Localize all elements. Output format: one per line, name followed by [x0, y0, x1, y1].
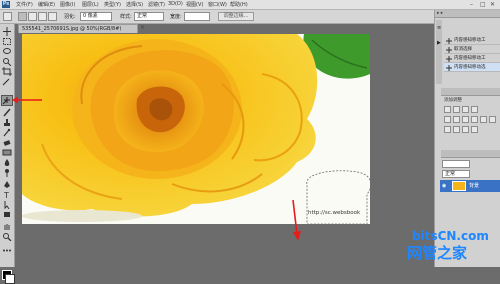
- history-brush-tool-icon[interactable]: [2, 128, 12, 137]
- vibrance-adjust-icon[interactable]: [444, 116, 451, 123]
- history-item[interactable]: 内容感知移动工: [444, 54, 500, 63]
- watermark-domain: bitsCN.com: [412, 229, 489, 243]
- menu-view[interactable]: 视图(V): [186, 1, 203, 8]
- exposure-adjust-icon[interactable]: [471, 106, 478, 113]
- brightness-adjust-icon[interactable]: [444, 106, 451, 113]
- history-step-icon: [446, 38, 452, 44]
- brush-tool-icon[interactable]: [2, 108, 12, 117]
- marquee-tool-icon[interactable]: [2, 37, 12, 46]
- actions-panel-icon[interactable]: ▶: [437, 40, 441, 46]
- menu-select[interactable]: 选择(S): [126, 1, 143, 8]
- width-label: 宽度:: [170, 14, 182, 20]
- annotation-arrow-down: [292, 200, 301, 241]
- shape-tool-icon[interactable]: [2, 210, 12, 219]
- path-selection-tool-icon[interactable]: [2, 200, 12, 209]
- window-maximize-icon[interactable]: □: [480, 1, 486, 8]
- hue-adjust-icon[interactable]: [453, 116, 460, 123]
- history-panel-icon[interactable]: ≡: [437, 25, 441, 31]
- photoshop-logo-icon: Ps: [2, 1, 10, 8]
- menu-layer[interactable]: 图层(L): [82, 1, 99, 8]
- svg-text:T: T: [3, 191, 9, 199]
- history-panel-tabs: ▸ ▸: [435, 10, 500, 18]
- url-watermark-text: http://sc.websbook: [308, 210, 361, 216]
- color-balance-adjust-icon[interactable]: [462, 116, 469, 123]
- menu-edit[interactable]: 编辑(E): [38, 1, 55, 8]
- menu-filter[interactable]: 滤镜(T): [148, 1, 165, 8]
- window-close-icon[interactable]: ✕: [490, 1, 495, 8]
- menu-window[interactable]: 窗口(W): [208, 1, 227, 8]
- watermark-title: 网管之家: [407, 244, 468, 262]
- toolbox: T: [0, 24, 15, 284]
- intersect-selection-icon[interactable]: [48, 12, 57, 21]
- menu-file[interactable]: 文件(F): [16, 1, 33, 8]
- quick-selection-tool-icon[interactable]: [2, 57, 12, 66]
- rose-photo: http://sc.websbook: [22, 34, 370, 224]
- layers-panel-tabs: [441, 150, 500, 158]
- photo-filter-adjust-icon[interactable]: [480, 116, 487, 123]
- add-selection-icon[interactable]: [28, 12, 37, 21]
- new-selection-icon[interactable]: [18, 12, 27, 21]
- style-select[interactable]: 正常: [134, 12, 164, 21]
- stamp-tool-icon[interactable]: [2, 118, 12, 127]
- adjustment-buttons: [444, 106, 500, 136]
- invert-adjust-icon[interactable]: [444, 126, 451, 133]
- gradient-map-adjust-icon[interactable]: [471, 126, 478, 133]
- threshold-adjust-icon[interactable]: [462, 126, 469, 133]
- adjustments-title: 添加调整: [444, 98, 462, 103]
- menu-help[interactable]: 帮助(H): [230, 1, 248, 8]
- subtract-selection-icon[interactable]: [38, 12, 47, 21]
- adjust-edge-button[interactable]: 调整边缘...: [218, 12, 254, 21]
- type-tool-icon[interactable]: T: [2, 190, 12, 199]
- lasso-tool-icon[interactable]: [2, 47, 12, 56]
- content-aware-move-tool-icon[interactable]: [1, 95, 13, 106]
- dodge-tool-icon[interactable]: [2, 168, 12, 177]
- style-label: 样式:: [120, 14, 132, 20]
- background-color-swatch[interactable]: [5, 274, 15, 284]
- hand-tool-icon[interactable]: [2, 222, 12, 231]
- adjustments-panel-tabs: [441, 88, 500, 96]
- eyedropper-tool-icon[interactable]: [2, 77, 12, 86]
- options-bar: 羽化: 0 像素 样式: 正常 宽度: 调整边缘...: [0, 10, 500, 24]
- menu-type[interactable]: 类型(Y): [104, 1, 121, 8]
- move-tool-icon[interactable]: [2, 27, 12, 36]
- history-step-icon: [446, 47, 452, 53]
- gradient-tool-icon[interactable]: [2, 148, 12, 157]
- annotation-arrow-left: [12, 96, 42, 104]
- pen-tool-icon[interactable]: [2, 180, 12, 189]
- history-item[interactable]: 内容感知移动工: [444, 36, 500, 45]
- posterize-adjust-icon[interactable]: [453, 126, 460, 133]
- levels-adjust-icon[interactable]: [453, 106, 460, 113]
- channel-mixer-adjust-icon[interactable]: [489, 116, 496, 123]
- width-input[interactable]: [184, 12, 210, 21]
- layer-filter-select[interactable]: [442, 160, 470, 168]
- document-canvas[interactable]: http://sc.websbook: [22, 34, 370, 224]
- window-minimize-icon[interactable]: –: [470, 1, 473, 8]
- feather-input[interactable]: 0 像素: [80, 12, 112, 21]
- blend-mode-select[interactable]: 正常: [442, 170, 470, 178]
- history-step-icon: [446, 56, 452, 62]
- crop-tool-icon[interactable]: [2, 67, 12, 76]
- history-item-selected[interactable]: 内容感知移动选: [444, 63, 500, 72]
- tool-preset-icon[interactable]: [3, 12, 12, 21]
- layer-name[interactable]: 背景: [469, 181, 479, 191]
- menu-3d[interactable]: 3D(D): [168, 1, 183, 7]
- layer-visibility-eye-icon[interactable]: ◉: [442, 183, 446, 189]
- zoom-tool-icon[interactable]: [2, 232, 12, 241]
- document-tab-close-icon[interactable]: ×: [140, 24, 145, 31]
- feather-label: 羽化:: [64, 14, 76, 20]
- blur-tool-icon[interactable]: [2, 158, 12, 167]
- menu-bar: Ps 文件(F) 编辑(E) 图像(I) 图层(L) 类型(Y) 选择(S) 滤…: [0, 0, 500, 10]
- document-tab[interactable]: 535541_2570691S.jpg @ 50%(RGB/8#): [18, 24, 138, 33]
- history-step-icon: [446, 65, 452, 71]
- edit-toolbar-icon[interactable]: [2, 246, 12, 255]
- menu-image[interactable]: 图像(I): [60, 1, 75, 8]
- history-item[interactable]: 取消选择: [444, 45, 500, 54]
- layer-thumbnail: [452, 181, 466, 191]
- eraser-tool-icon[interactable]: [2, 138, 12, 147]
- bw-adjust-icon[interactable]: [471, 116, 478, 123]
- curves-adjust-icon[interactable]: [462, 106, 469, 113]
